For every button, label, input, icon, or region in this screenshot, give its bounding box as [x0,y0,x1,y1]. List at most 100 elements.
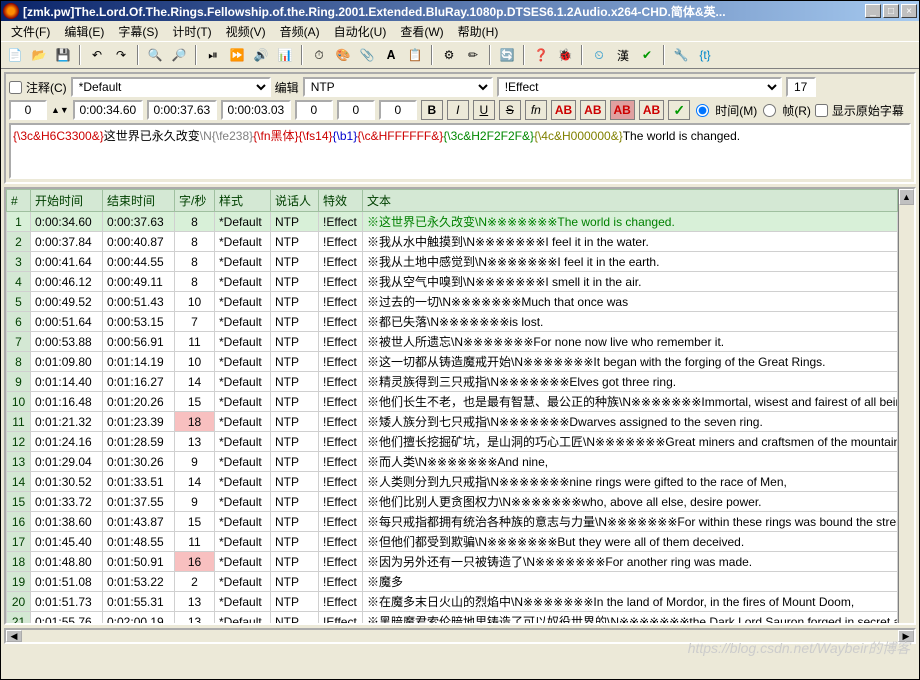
effect-select[interactable]: !Effect [497,77,782,97]
bold-button[interactable]: B [421,100,443,120]
attach-icon[interactable]: 📎 [357,45,377,65]
actor-select[interactable]: NTP [303,77,493,97]
color2-button[interactable]: AB [580,100,605,120]
scroll-right-icon[interactable]: ▶ [898,630,914,642]
close-button[interactable]: × [901,4,917,18]
italic-button[interactable]: I [447,100,469,120]
col-effect[interactable]: 特效 [319,190,363,212]
table-row[interactable]: 110:01:21.320:01:23.3918*DefaultNTP!Effe… [7,412,898,432]
table-row[interactable]: 150:01:33.720:01:37.559*DefaultNTP!Effec… [7,492,898,512]
col-actor[interactable]: 说话人 [271,190,319,212]
comment-checkbox[interactable] [9,81,22,94]
menu-subs[interactable]: 字幕(S) [112,21,164,42]
color1-button[interactable]: AB [551,100,576,120]
zoom-icon[interactable]: 🔊 [251,45,271,65]
style-select[interactable]: *Default [71,77,271,97]
cell-end: 0:01:16.27 [103,372,175,392]
table-row[interactable]: 70:00:53.880:00:56.9111*DefaultNTP!Effec… [7,332,898,352]
horizontal-scrollbar[interactable]: ◀ ▶ [4,628,916,644]
maximize-button[interactable]: □ [883,4,899,18]
menu-file[interactable]: 文件(F) [5,21,56,42]
menu-auto[interactable]: 自动化(U) [328,21,393,42]
font-button[interactable]: fn [525,100,547,120]
cell-end: 0:00:44.55 [103,252,175,272]
timer-icon[interactable]: ⏲ [589,45,609,65]
kanji-icon[interactable]: 漢 [613,45,633,65]
col-num[interactable]: # [7,190,31,212]
color3-button[interactable]: AB [610,100,635,120]
underline-button[interactable]: U [473,100,495,120]
subtitle-edit-textbox[interactable]: {\3c&H6C3300&}这世界已永久改变\N{\fe238}{\fn黑体}{… [9,123,911,179]
cycle-icon[interactable]: 🔄 [497,45,517,65]
table-row[interactable]: 40:00:46.120:00:49.118*DefaultNTP!Effect… [7,272,898,292]
margin-r-input[interactable] [337,100,375,120]
scroll-left-icon[interactable]: ◀ [6,630,22,642]
bug-icon[interactable]: 🐞 [555,45,575,65]
layer-input[interactable] [9,100,47,120]
commit-button[interactable]: ✓ [668,100,690,120]
table-row[interactable]: 190:01:51.080:01:53.222*DefaultNTP!Effec… [7,572,898,592]
table-row[interactable]: 20:00:37.840:00:40.878*DefaultNTP!Effect… [7,232,898,252]
margin-v-input[interactable] [379,100,417,120]
col-end[interactable]: 结束时间 [103,190,175,212]
save-icon[interactable]: 💾 [53,45,73,65]
table-row[interactable]: 30:00:41.640:00:44.558*DefaultNTP!Effect… [7,252,898,272]
table-row[interactable]: 60:00:51.640:00:53.157*DefaultNTP!Effect… [7,312,898,332]
time-radio[interactable] [696,104,709,117]
style-icon[interactable]: 🎨 [333,45,353,65]
font-icon[interactable]: 𝐀 [381,45,401,65]
props-icon[interactable]: 📋 [405,45,425,65]
menu-help[interactable]: 帮助(H) [452,21,505,42]
wrench-icon[interactable]: 🔧 [671,45,691,65]
table-row[interactable]: 80:01:09.800:01:14.1910*DefaultNTP!Effec… [7,352,898,372]
menu-view[interactable]: 查看(W) [394,21,449,42]
scroll-up-icon[interactable]: ▲ [899,189,914,205]
tag-icon[interactable]: {t} [695,45,715,65]
col-cps[interactable]: 字/秒 [175,190,215,212]
table-row[interactable]: 100:01:16.480:01:20.2615*DefaultNTP!Effe… [7,392,898,412]
cell-start: 0:00:37.84 [31,232,103,252]
color4-button[interactable]: AB [639,100,664,120]
col-text[interactable]: 文本 [363,190,898,212]
table-row[interactable]: 180:01:48.800:01:50.9116*DefaultNTP!Effe… [7,552,898,572]
table-row[interactable]: 90:01:14.400:01:16.2714*DefaultNTP!Effec… [7,372,898,392]
check-icon[interactable]: ✔ [637,45,657,65]
vertical-scrollbar[interactable]: ▲ [898,189,914,623]
redo-icon[interactable]: ↷ [111,45,131,65]
table-row[interactable]: 130:01:29.040:01:30.269*DefaultNTP!Effec… [7,452,898,472]
search-icon[interactable]: 🔍 [145,45,165,65]
table-row[interactable]: 50:00:49.520:00:51.4310*DefaultNTP!Effec… [7,292,898,312]
new-icon[interactable]: 📄 [5,45,25,65]
help-icon[interactable]: ❓ [531,45,551,65]
assdraw-icon[interactable]: ✏ [463,45,483,65]
start-time-input[interactable] [73,100,143,120]
minimize-button[interactable]: _ [865,4,881,18]
table-row[interactable]: 140:01:30.520:01:33.5114*DefaultNTP!Effe… [7,472,898,492]
col-style[interactable]: 样式 [215,190,271,212]
strike-button[interactable]: S [499,100,521,120]
table-row[interactable]: 160:01:38.600:01:43.8715*DefaultNTP!Effe… [7,512,898,532]
end-time-input[interactable] [147,100,217,120]
duration-input[interactable] [221,100,291,120]
frame-radio[interactable] [763,104,776,117]
col-start[interactable]: 开始时间 [31,190,103,212]
menu-timing[interactable]: 计时(T) [166,21,217,42]
shift-icon[interactable]: ⏱ [309,45,329,65]
undo-icon[interactable]: ↶ [87,45,107,65]
margin-l-input[interactable] [295,100,333,120]
replace-icon[interactable]: 🔎 [169,45,189,65]
table-row[interactable]: 210:01:55.760:02:00.1913*DefaultNTP!Effe… [7,612,898,624]
show-orig-checkbox[interactable] [815,104,828,117]
menu-audio[interactable]: 音频(A) [274,21,326,42]
jump-icon[interactable]: ⏩ [227,45,247,65]
table-row[interactable]: 10:00:34.600:00:37.638*DefaultNTP!Effect… [7,212,898,232]
spectrum-icon[interactable]: 📊 [275,45,295,65]
automation-icon[interactable]: ⚙ [439,45,459,65]
open-icon[interactable]: 📂 [29,45,49,65]
table-row[interactable]: 170:01:45.400:01:48.5511*DefaultNTP!Effe… [7,532,898,552]
menu-video[interactable]: 视频(V) [220,21,272,42]
table-row[interactable]: 200:01:51.730:01:55.3113*DefaultNTP!Effe… [7,592,898,612]
table-row[interactable]: 120:01:24.160:01:28.5913*DefaultNTP!Effe… [7,432,898,452]
video-icon[interactable]: ⏯ [203,45,223,65]
menu-edit[interactable]: 编辑(E) [58,21,110,42]
